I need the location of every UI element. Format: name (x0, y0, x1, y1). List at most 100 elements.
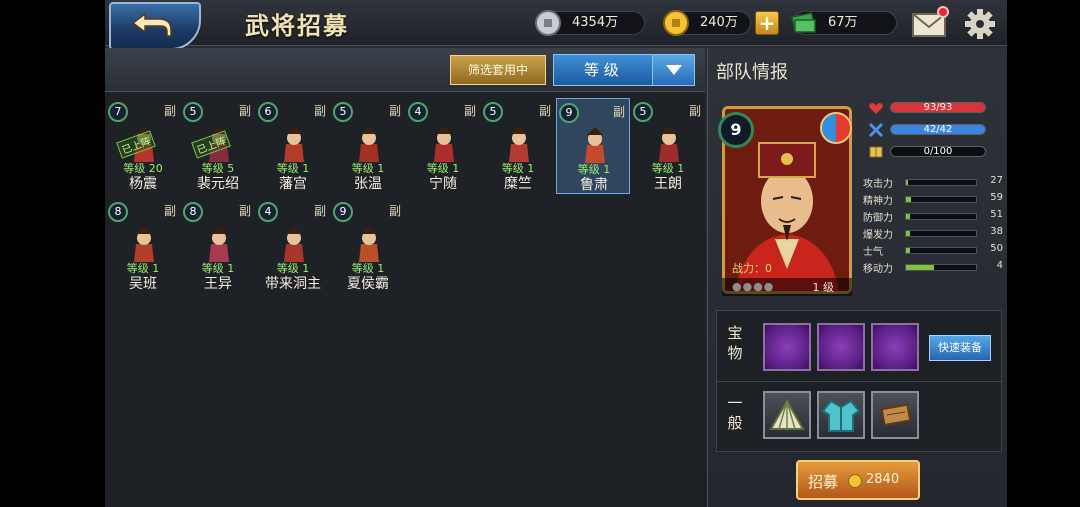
star-badge: 7 (108, 102, 128, 122)
stat-value: 38 (990, 226, 1003, 237)
silver-value: 4354万 (572, 15, 619, 30)
stat-bar (905, 179, 977, 186)
stat-value: 4 (996, 260, 1003, 271)
stat-row: 防御力 51 (863, 208, 1003, 225)
treasure-label: 宝物 (727, 324, 743, 362)
cash-value: 67万 (828, 15, 858, 30)
star-badge: 4 (258, 202, 278, 222)
star-badge: 6 (258, 102, 278, 122)
stat-row: 精神力 59 (863, 191, 1003, 208)
book-icon (869, 146, 883, 158)
general-name: 吴班 (129, 276, 157, 292)
equip-slot-weapon[interactable] (763, 391, 811, 439)
general-card[interactable]: 4 副等级 1 带来洞主 (256, 198, 330, 294)
stat-bar-fill (906, 180, 909, 185)
exp-text: 0/100 (923, 146, 953, 157)
sort-dropdown[interactable]: 等 级 (553, 54, 695, 86)
general-equip-label: 一般 (727, 394, 743, 432)
general-name: 藩宫 (279, 176, 307, 192)
general-card[interactable]: 5 副已上阵 等级 5 裴元绍 (181, 98, 255, 194)
add-gold-button[interactable]: + (755, 11, 779, 35)
stat-value: 27 (990, 175, 1003, 186)
role-tag: 副 (238, 204, 251, 218)
treasure-slot-3[interactable] (871, 323, 919, 371)
general-card[interactable]: 5 副等级 1 张温 (331, 98, 405, 194)
general-name: 裴元绍 (197, 176, 239, 192)
recruit-button[interactable]: 招募 2840 (796, 460, 920, 500)
star-badge: 8 (108, 202, 128, 222)
tablet-icon (880, 403, 912, 427)
general-card[interactable]: 5 副等级 1 糜竺 (481, 98, 555, 194)
star-badge: 9 (559, 103, 579, 123)
mp-text: 42/42 (923, 124, 953, 135)
star-badge: 8 (183, 202, 203, 222)
panel-title: 部队情报 (716, 62, 788, 83)
role-tag: 副 (313, 204, 326, 218)
general-card[interactable]: 8 副等级 1 王异 (181, 198, 255, 294)
portrait-star-badge: 9 (718, 112, 754, 148)
silver-coin-icon (535, 10, 561, 36)
stat-value: 50 (990, 243, 1003, 254)
silver-counter: 4354万 (535, 10, 645, 36)
general-card[interactable]: 9 副等级 1 夏侯霸 (331, 198, 405, 294)
stat-row: 爆发力 38 (863, 225, 1003, 242)
settings-gear-icon[interactable] (963, 7, 997, 41)
stat-bar-fill (906, 265, 934, 270)
recruit-cost: 2840 (866, 472, 900, 487)
page-title: 武将招募 (245, 11, 349, 40)
general-card[interactable]: 4 副等级 1 宁随 (406, 98, 480, 194)
stat-name: 移动力 (863, 264, 893, 275)
recruit-screen: 武将招募 4354万 240万 + 67万 筛选套用中 等 级 7 副 已上阵 … (105, 0, 1007, 507)
stat-name: 士气 (863, 247, 883, 258)
equip-slot-armor[interactable] (817, 391, 865, 439)
crossed-swords-icon (868, 122, 884, 138)
back-button[interactable] (109, 2, 201, 50)
cash-stack-icon (791, 12, 816, 33)
role-tag: 副 (163, 204, 176, 218)
general-card[interactable]: 5 副等级 1 王朗 (631, 98, 705, 194)
stat-row: 士气 50 (863, 242, 1003, 259)
top-bar: 武将招募 4354万 240万 + 67万 (105, 0, 1007, 50)
general-name: 夏侯霸 (347, 276, 389, 292)
gold-value: 240万 (700, 15, 738, 30)
general-sprite-icon (134, 226, 154, 262)
stat-bar (905, 264, 977, 271)
star-badge: 5 (183, 102, 203, 122)
treasure-slot-1[interactable] (763, 323, 811, 371)
gold-counter: 240万 (663, 10, 751, 36)
general-card[interactable]: 9 副等级 1 鲁肃 (556, 98, 630, 194)
star-dots-icon: ●●●● (732, 280, 775, 293)
back-arrow-icon (131, 12, 172, 37)
general-name: 糜竺 (504, 176, 532, 192)
quick-equip-button[interactable]: 快速装备 (929, 335, 991, 361)
fan-icon (769, 398, 805, 430)
stat-bar (905, 230, 977, 237)
stat-bar (905, 196, 977, 203)
star-badge: 5 (633, 102, 653, 122)
recruit-label: 招募 (808, 473, 839, 491)
general-name: 宁随 (429, 176, 457, 192)
general-name: 王异 (204, 276, 232, 292)
dropdown-toggle[interactable] (652, 55, 694, 85)
role-tag: 副 (388, 204, 401, 218)
divider (717, 381, 1003, 382)
treasure-slot-2[interactable] (817, 323, 865, 371)
star-badge: 4 (408, 102, 428, 122)
equip-slot-accessory[interactable] (871, 391, 919, 439)
power-text: 战力：0 (732, 262, 772, 275)
stat-row: 攻击力 27 (863, 174, 1003, 191)
chevron-down-icon (666, 65, 682, 75)
general-card[interactable]: 6 副等级 1 藩宫 (256, 98, 330, 194)
filter-button[interactable]: 筛选套用中 (450, 55, 546, 85)
general-sprite-icon (209, 226, 229, 262)
stat-value: 51 (990, 209, 1003, 220)
general-card[interactable]: 7 副已上阵 等级 20 杨震 (106, 98, 180, 194)
general-name: 鲁肃 (580, 177, 608, 193)
role-tag: 副 (388, 104, 401, 118)
hp-text: 93/93 (923, 102, 953, 113)
general-sprite-icon (434, 126, 454, 162)
robe-icon (821, 399, 861, 432)
stat-bar-fill (906, 214, 911, 219)
hp-bar: 93/93 (868, 100, 998, 116)
general-card[interactable]: 8 副等级 1 吴班 (106, 198, 180, 294)
